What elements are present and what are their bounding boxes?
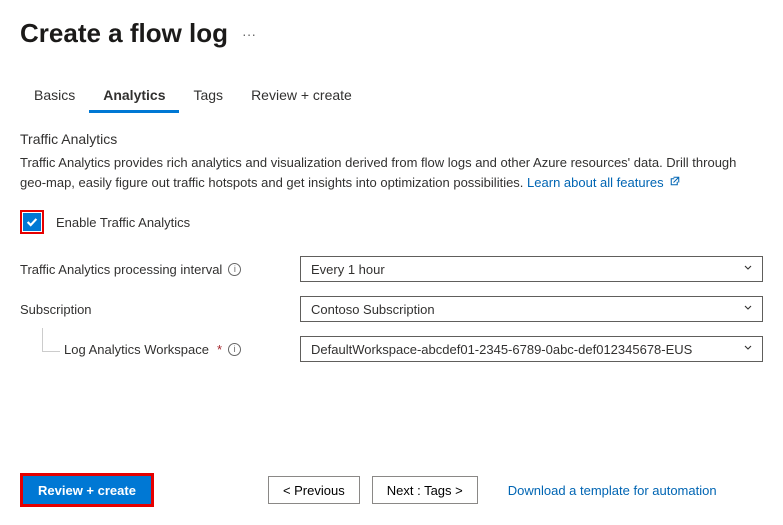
tab-basics[interactable]: Basics bbox=[20, 81, 89, 113]
next-button[interactable]: Next : Tags > bbox=[372, 476, 478, 504]
tab-bar: Basics Analytics Tags Review + create bbox=[0, 57, 783, 113]
chevron-down-icon bbox=[742, 302, 754, 317]
subscription-label: Subscription bbox=[20, 302, 92, 317]
external-link-icon bbox=[669, 173, 681, 185]
learn-more-link[interactable]: Learn about all features bbox=[527, 175, 681, 190]
check-icon bbox=[25, 215, 39, 229]
interval-label: Traffic Analytics processing interval bbox=[20, 262, 222, 277]
workspace-select-value: DefaultWorkspace-abcdef01-2345-6789-0abc… bbox=[311, 342, 692, 357]
workspace-select[interactable]: DefaultWorkspace-abcdef01-2345-6789-0abc… bbox=[300, 336, 763, 362]
learn-more-link-text: Learn about all features bbox=[527, 175, 664, 190]
footer: Review + create < Previous Next : Tags >… bbox=[0, 473, 783, 507]
interval-select-value: Every 1 hour bbox=[311, 262, 385, 277]
tree-line bbox=[42, 328, 60, 352]
page-title: Create a flow log bbox=[20, 18, 228, 49]
tab-analytics[interactable]: Analytics bbox=[89, 81, 179, 113]
more-actions-button[interactable]: ··· bbox=[242, 26, 256, 42]
chevron-down-icon bbox=[742, 342, 754, 357]
section-title: Traffic Analytics bbox=[20, 131, 763, 147]
chevron-down-icon bbox=[742, 262, 754, 277]
enable-traffic-analytics-label: Enable Traffic Analytics bbox=[56, 215, 190, 230]
required-indicator: * bbox=[217, 342, 222, 357]
previous-button[interactable]: < Previous bbox=[268, 476, 360, 504]
section-description: Traffic Analytics provides rich analytic… bbox=[20, 153, 763, 192]
interval-select[interactable]: Every 1 hour bbox=[300, 256, 763, 282]
highlight-review-create: Review + create bbox=[20, 473, 154, 507]
tab-tags[interactable]: Tags bbox=[179, 81, 237, 113]
workspace-label: Log Analytics Workspace bbox=[64, 342, 209, 357]
subscription-select-value: Contoso Subscription bbox=[311, 302, 435, 317]
download-template-link[interactable]: Download a template for automation bbox=[508, 483, 717, 498]
highlight-checkbox bbox=[20, 210, 44, 234]
info-icon[interactable]: i bbox=[228, 343, 241, 356]
enable-traffic-analytics-checkbox[interactable] bbox=[23, 213, 41, 231]
tab-review-create[interactable]: Review + create bbox=[237, 81, 366, 113]
review-create-button[interactable]: Review + create bbox=[23, 476, 151, 504]
subscription-select[interactable]: Contoso Subscription bbox=[300, 296, 763, 322]
info-icon[interactable]: i bbox=[228, 263, 241, 276]
